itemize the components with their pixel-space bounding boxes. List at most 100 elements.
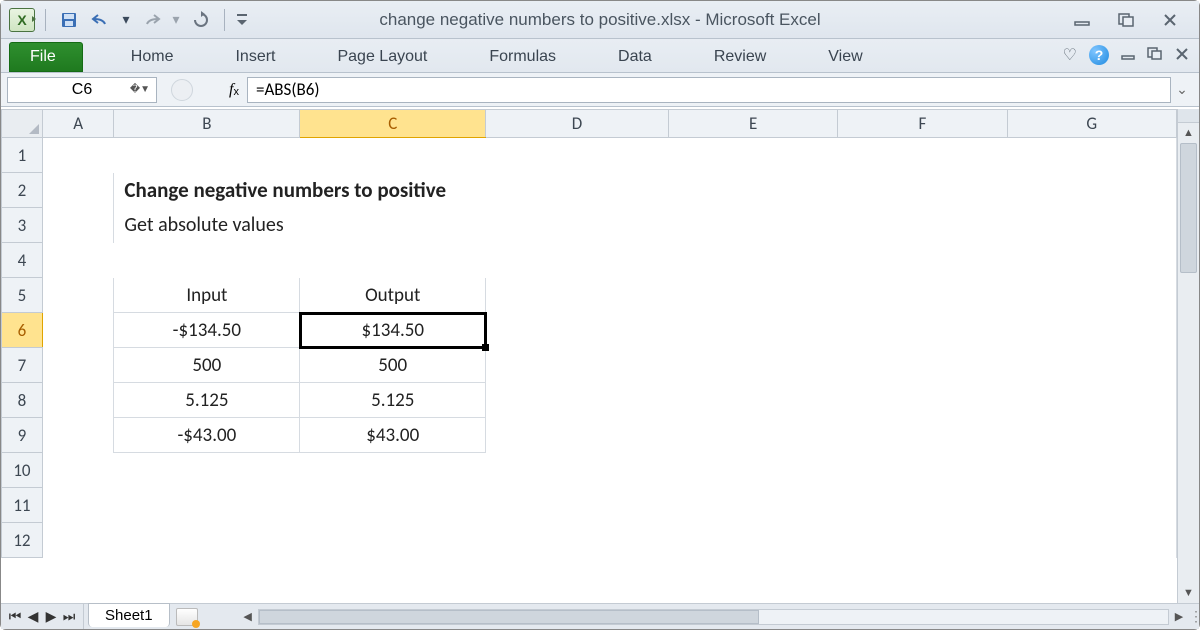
cell-b7[interactable]: 500 <box>114 348 300 383</box>
tab-formulas[interactable]: Formulas <box>471 42 574 72</box>
row-header-12[interactable]: 12 <box>2 523 43 558</box>
tab-home[interactable]: Home <box>113 42 192 72</box>
workbook-restore-icon[interactable] <box>1147 47 1163 64</box>
table-header-output[interactable]: Output <box>300 278 486 313</box>
cell-b6[interactable]: -$134.50 <box>114 313 300 348</box>
cell[interactable] <box>486 313 1177 348</box>
qat-customize-icon[interactable] <box>235 8 249 32</box>
sheet-nav-buttons[interactable]: ⏮ ◀ ▶ ⏭ <box>1 604 84 629</box>
cell[interactable] <box>42 348 114 383</box>
cell[interactable] <box>42 278 114 313</box>
col-header-a[interactable]: A <box>42 110 114 138</box>
col-header-d[interactable]: D <box>486 110 669 138</box>
col-header-g[interactable]: G <box>1007 110 1176 138</box>
col-header-c[interactable]: C <box>300 110 486 138</box>
minimize-icon[interactable] <box>1071 11 1093 29</box>
cell[interactable] <box>42 313 114 348</box>
worksheet-grid[interactable]: A B C D E F G 1 2 Change negative number… <box>1 109 1177 603</box>
new-sheet-icon[interactable] <box>176 608 198 626</box>
fx-icon[interactable]: fx <box>207 81 247 99</box>
undo-dropdown-icon[interactable]: ▾ <box>120 8 132 32</box>
table-header-input[interactable]: Input <box>114 278 300 313</box>
name-box[interactable]: C6 �▼ <box>7 77 157 103</box>
row-header-9[interactable]: 9 <box>2 418 43 453</box>
row-header-11[interactable]: 11 <box>2 488 43 523</box>
file-tab[interactable]: File <box>9 42 83 72</box>
help-icon[interactable]: ? <box>1089 45 1109 65</box>
hscroll-grip-icon[interactable]: ⋮⋮ <box>1189 608 1199 625</box>
select-all-corner[interactable] <box>2 110 43 138</box>
sheet-tab[interactable]: Sheet1 <box>88 603 170 627</box>
scroll-left-icon[interactable]: ◀ <box>238 610 258 623</box>
cell[interactable] <box>486 278 1177 313</box>
cell-c8[interactable]: 5.125 <box>300 383 486 418</box>
cell[interactable] <box>486 383 1177 418</box>
col-header-e[interactable]: E <box>668 110 837 138</box>
ribbon-minimize-icon[interactable]: ♡ <box>1063 45 1077 65</box>
close-icon[interactable] <box>1159 11 1181 29</box>
cell[interactable] <box>42 208 114 243</box>
row-header-6[interactable]: 6 <box>2 313 43 348</box>
tab-data[interactable]: Data <box>600 42 670 72</box>
cell[interactable] <box>42 173 114 208</box>
scroll-thumb[interactable] <box>1180 143 1197 273</box>
row-header-7[interactable]: 7 <box>2 348 43 383</box>
save-icon[interactable] <box>56 8 82 32</box>
scroll-down-icon[interactable]: ▼ <box>1178 583 1199 603</box>
cell-c7[interactable]: 500 <box>300 348 486 383</box>
name-box-dropdown-icon[interactable]: �▼ <box>130 84 150 95</box>
cell[interactable] <box>486 418 1177 453</box>
heading-cell[interactable]: Change negative numbers to positive <box>114 173 1177 208</box>
scroll-track[interactable] <box>1178 143 1199 583</box>
next-sheet-icon[interactable]: ▶ <box>43 608 59 625</box>
maximize-icon[interactable] <box>1115 11 1137 29</box>
cell[interactable] <box>486 348 1177 383</box>
cell-c9[interactable]: $43.00 <box>300 418 486 453</box>
row-header-8[interactable]: 8 <box>2 383 43 418</box>
subheading-cell[interactable]: Get absolute values <box>114 208 1177 243</box>
scroll-right-icon[interactable]: ▶ <box>1169 610 1189 623</box>
row-header-2[interactable]: 2 <box>2 173 43 208</box>
cell[interactable] <box>42 418 114 453</box>
cell[interactable] <box>42 138 1176 173</box>
formula-bar[interactable]: =ABS(B6) <box>247 77 1171 103</box>
tab-review[interactable]: Review <box>696 42 784 72</box>
prev-sheet-icon[interactable]: ◀ <box>25 608 41 625</box>
cell[interactable] <box>42 488 1176 523</box>
redo-icon[interactable] <box>138 8 164 32</box>
tab-page-layout[interactable]: Page Layout <box>319 42 445 72</box>
excel-app-icon[interactable]: X <box>9 8 35 32</box>
redo-dropdown-icon[interactable]: ▾ <box>170 8 182 32</box>
col-header-f[interactable]: F <box>838 110 1007 138</box>
cell[interactable] <box>42 453 1176 488</box>
fill-handle[interactable] <box>482 344 489 351</box>
cell[interactable] <box>42 383 114 418</box>
row-header-4[interactable]: 4 <box>2 243 43 278</box>
row-header-3[interactable]: 3 <box>2 208 43 243</box>
workbook-close-icon[interactable] <box>1175 47 1189 64</box>
hscroll-thumb[interactable] <box>259 610 759 624</box>
cell[interactable] <box>42 243 1176 278</box>
cell-c6[interactable]: $134.50 <box>300 313 486 348</box>
row-header-5[interactable]: 5 <box>2 278 43 313</box>
cell-b9[interactable]: -$43.00 <box>114 418 300 453</box>
split-handle[interactable] <box>1178 109 1199 123</box>
col-header-b[interactable]: B <box>114 110 300 138</box>
horizontal-scrollbar[interactable]: ◀ ▶ ⋮⋮ <box>228 608 1199 625</box>
hscroll-track[interactable] <box>258 609 1169 625</box>
last-sheet-icon[interactable]: ⏭ <box>61 608 77 625</box>
workbook-minimize-icon[interactable] <box>1121 47 1135 63</box>
formula-bar-expand-icon[interactable]: ⌄ <box>1171 81 1193 98</box>
tab-view[interactable]: View <box>810 42 880 72</box>
repeat-icon[interactable] <box>188 8 214 32</box>
tab-insert[interactable]: Insert <box>217 42 293 72</box>
cell[interactable] <box>42 523 1176 558</box>
row-header-1[interactable]: 1 <box>2 138 43 173</box>
cancel-formula-icon[interactable] <box>171 79 193 101</box>
row-header-10[interactable]: 10 <box>2 453 43 488</box>
undo-icon[interactable] <box>88 8 114 32</box>
first-sheet-icon[interactable]: ⏮ <box>7 608 23 625</box>
scroll-up-icon[interactable]: ▲ <box>1178 123 1199 143</box>
vertical-scrollbar[interactable]: ▲ ▼ <box>1177 109 1199 603</box>
cell-b8[interactable]: 5.125 <box>114 383 300 418</box>
